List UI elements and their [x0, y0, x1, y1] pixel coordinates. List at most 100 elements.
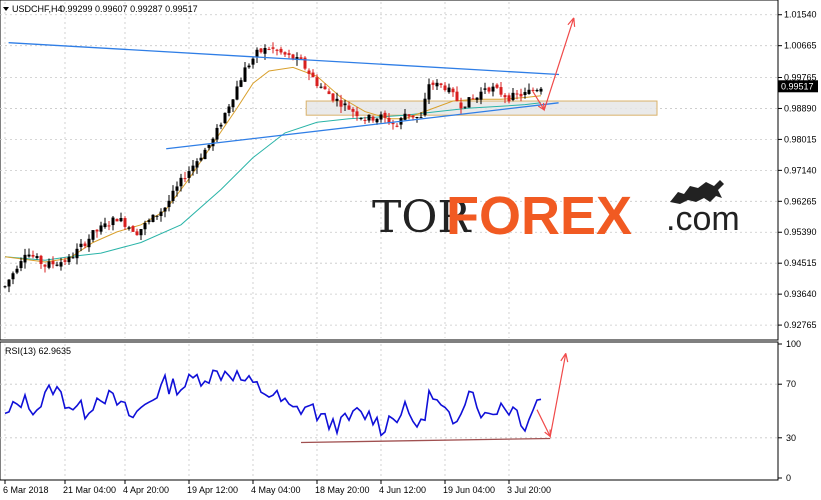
candle-body [531, 89, 535, 91]
candle-body [347, 105, 351, 110]
candle-body [415, 117, 419, 119]
candle-body [239, 80, 243, 87]
candle-body [27, 254, 31, 257]
candle-body [123, 218, 127, 227]
candle-body [223, 112, 227, 124]
candle-body [283, 52, 287, 55]
logo-forex-text: FOREX [446, 186, 632, 246]
candle-body [431, 82, 435, 85]
candle-body [403, 113, 407, 120]
candle-body [7, 279, 11, 287]
candle-body [227, 106, 231, 113]
candle-body [443, 85, 447, 91]
time-tick-label: 18 May 20:00 [315, 485, 370, 495]
candle-body [487, 87, 491, 92]
time-tick-label: 6 Mar 2018 [3, 485, 49, 495]
candle-body [3, 286, 7, 288]
candle-body [159, 211, 163, 216]
candle-body [355, 111, 359, 117]
candle-body [267, 48, 271, 50]
rsi-tick-label: 0 [786, 473, 791, 483]
candle-body [83, 243, 87, 246]
candle-body [43, 264, 47, 267]
candle-body [467, 97, 471, 108]
candle-body [527, 89, 531, 94]
candle-body [67, 256, 71, 263]
candle-body [259, 48, 263, 53]
candle-body [419, 117, 423, 119]
price-tick-label: 0.95390 [784, 227, 817, 237]
candle-body [515, 93, 519, 95]
candle-body [475, 97, 479, 100]
candle-body [251, 58, 255, 65]
candle-body [327, 91, 331, 95]
price-tick-label: 1.00665 [784, 41, 817, 51]
candle-body [463, 106, 467, 108]
chart-header: USDCHF,H4 0.99299 0.99607 0.99287 0.9951… [3, 4, 198, 14]
rsi-tick-label: 30 [786, 433, 796, 443]
candle-body [175, 186, 179, 191]
candle-body [35, 256, 39, 259]
candle-body [243, 67, 247, 82]
candle-body [479, 91, 483, 100]
candle-body [143, 222, 147, 230]
price-axis: 1.015401.006650.997650.988900.980150.971… [778, 10, 817, 330]
candle-body [351, 109, 355, 112]
candle-body [439, 83, 443, 85]
candle-body [139, 229, 143, 236]
candle-body [459, 102, 463, 109]
candle-body [367, 114, 371, 121]
candle-body [307, 70, 311, 74]
price-tick-label: 0.92765 [784, 320, 817, 330]
candle-body [15, 268, 19, 273]
logo-com-text: .com [666, 200, 740, 238]
candle-body [147, 220, 151, 223]
candle-body [359, 118, 363, 120]
candle-body [395, 125, 399, 127]
rsi-axis: 100 70 30 0 [778, 339, 801, 483]
rsi-tick-label: 70 [786, 379, 796, 389]
candle-body [75, 248, 79, 259]
candle-body [331, 93, 335, 101]
candle-body [131, 226, 135, 232]
candle-body [371, 116, 375, 121]
candle-body [71, 257, 75, 259]
candle-body [519, 93, 523, 97]
time-tick-label: 4 Jun 12:00 [379, 485, 426, 495]
candle-body [427, 84, 431, 100]
candle-body [279, 48, 283, 53]
candle-body [411, 115, 415, 118]
candle-body [191, 165, 195, 172]
candle-body [151, 214, 155, 222]
candle-body [215, 127, 219, 140]
candle-body [183, 178, 187, 180]
candle-body [187, 171, 191, 178]
candle-body [343, 103, 347, 106]
candle-body [435, 82, 439, 87]
candle-body [55, 264, 59, 266]
candle-body [503, 95, 507, 98]
candle-body [311, 72, 315, 78]
price-tick-label: 0.97140 [784, 165, 817, 175]
candle-body [271, 47, 275, 49]
candle-body [207, 144, 211, 148]
candle-body [79, 243, 83, 247]
candle-body [287, 53, 291, 55]
time-tick-label: 3 Jul 20:00 [507, 485, 551, 495]
time-tick-label: 21 Mar 04:00 [63, 485, 116, 495]
price-tick-label: 0.93640 [784, 289, 817, 299]
candle-body [119, 218, 123, 222]
candle-body [111, 217, 115, 226]
candle-body [511, 92, 515, 100]
candle-body [455, 91, 459, 101]
current-price-tag-text: 0.99517 [781, 81, 814, 91]
candle-body [211, 138, 215, 147]
time-tick-label: 19 Jun 04:00 [443, 485, 495, 495]
candle-body [495, 84, 499, 88]
candle-body [383, 112, 387, 118]
candle-body [247, 65, 251, 68]
current-price-tag: 0.99517 [778, 80, 818, 93]
candle-body [171, 190, 175, 201]
candle-body [235, 86, 239, 100]
candle-body [59, 262, 63, 267]
